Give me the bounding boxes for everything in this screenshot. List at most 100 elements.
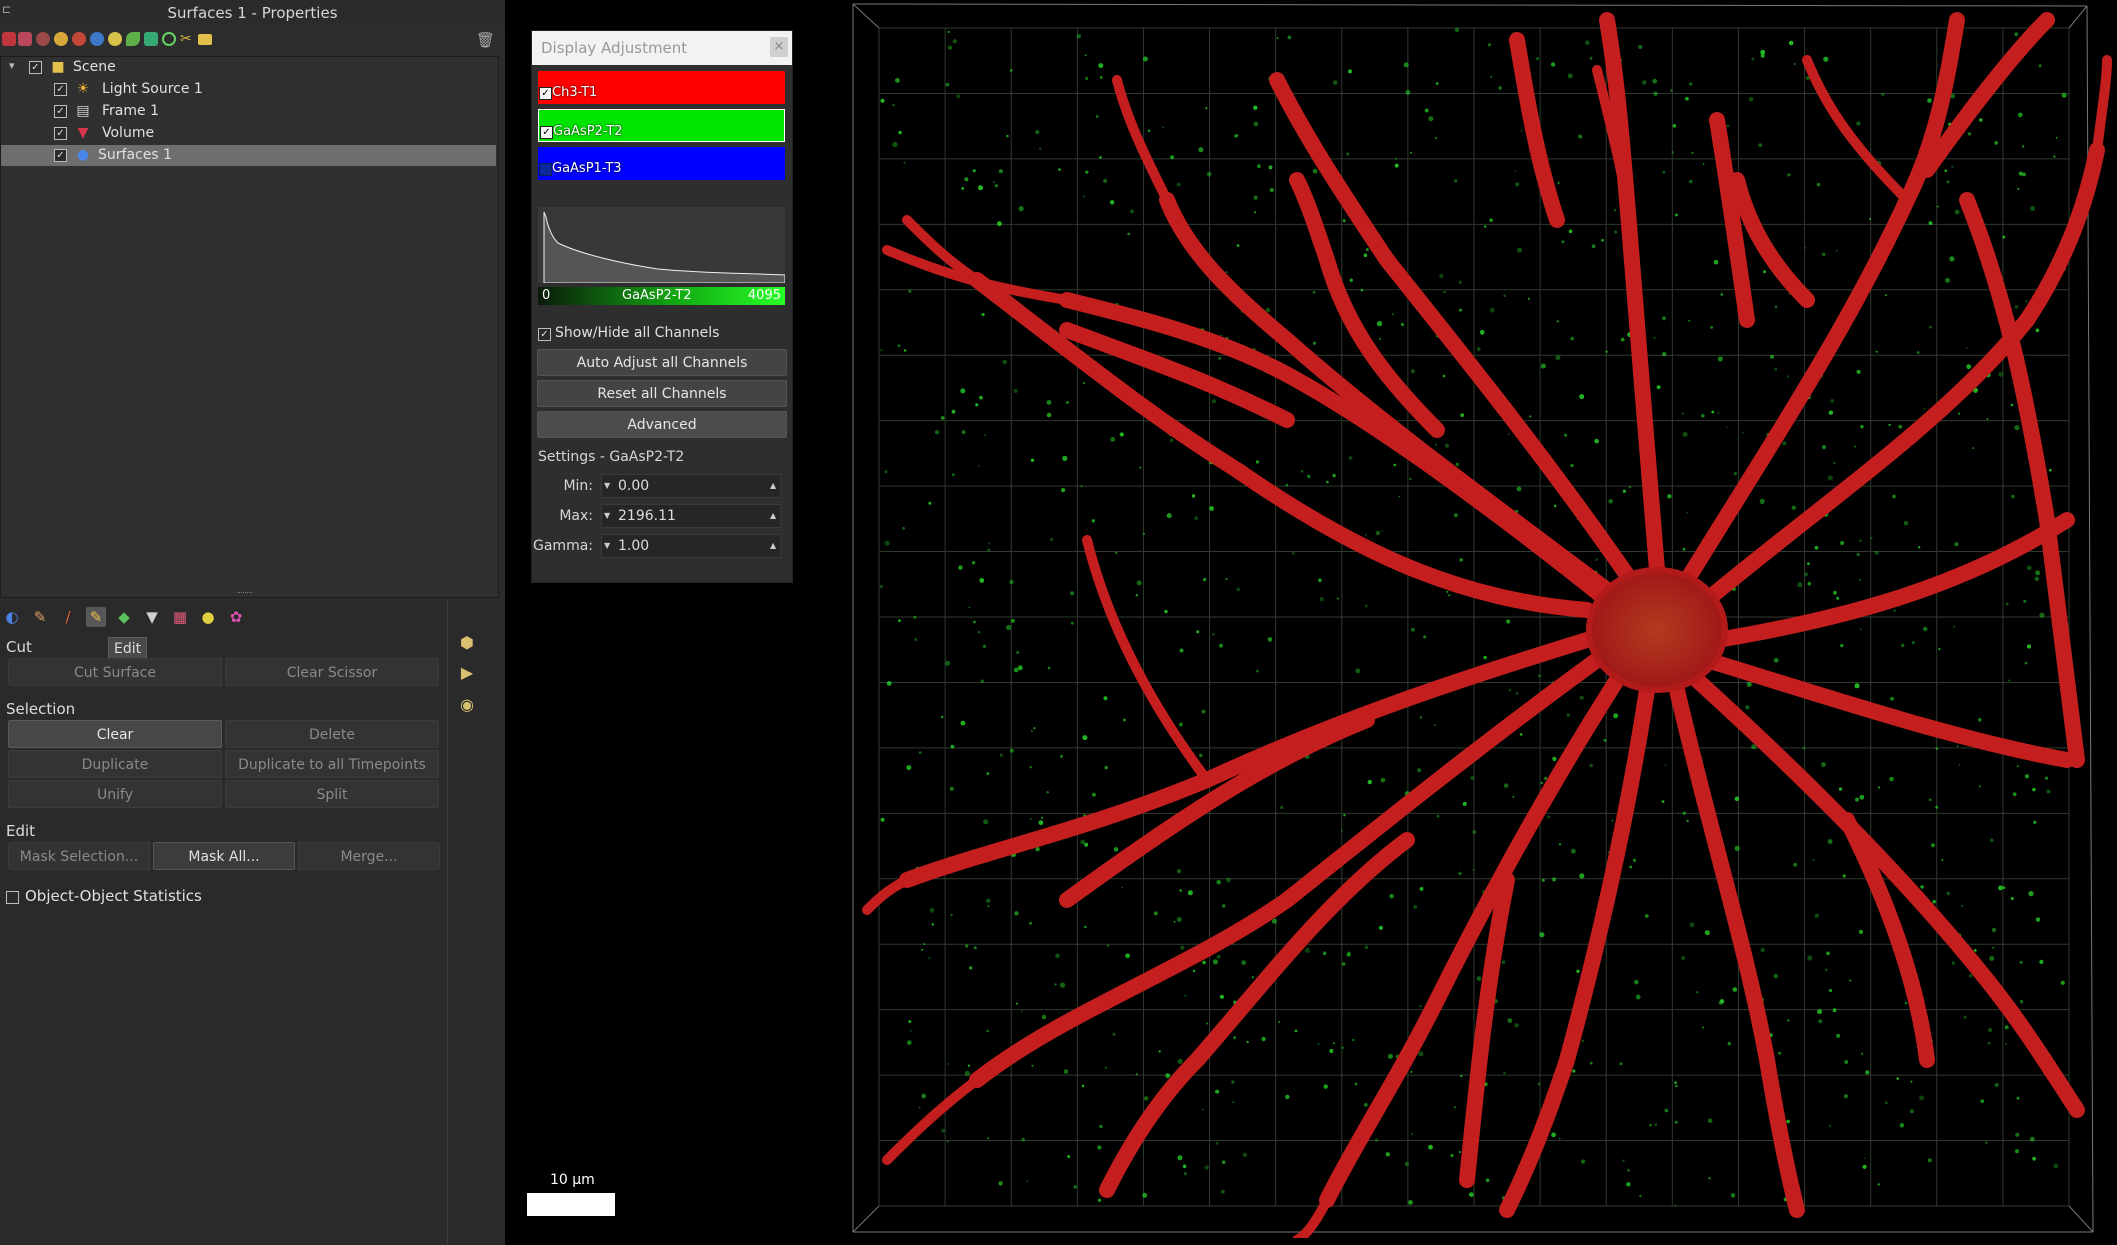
chevron-up-icon[interactable]: ▲ xyxy=(770,541,776,550)
split-button[interactable]: Split xyxy=(225,780,439,808)
fluorescent-spot xyxy=(1341,830,1343,832)
fluorescent-spot xyxy=(2005,602,2009,606)
fluorescent-spot xyxy=(1136,580,1142,586)
tree-checkbox[interactable]: ✓ xyxy=(54,105,67,118)
show-hide-label: Show/Hide all Channels xyxy=(555,325,720,341)
fluorescent-spot xyxy=(1029,818,1032,820)
object-stats-checkbox[interactable] xyxy=(6,891,19,904)
close-icon[interactable]: × xyxy=(770,37,788,57)
delete-button[interactable]: Delete xyxy=(225,720,439,748)
filter-icon[interactable]: ▼ xyxy=(142,607,162,627)
collapse-icon[interactable]: ▾ xyxy=(9,59,15,72)
fluorescent-spot xyxy=(1376,321,1383,327)
advanced-button[interactable]: Advanced xyxy=(537,411,787,438)
unify-button[interactable]: Unify xyxy=(8,780,222,808)
fluorescent-spot xyxy=(1553,504,1557,508)
channel-row-gaasp1[interactable]: GaAsP1-T3 xyxy=(538,147,785,180)
channel-row-ch3[interactable]: ✓ Ch3-T1 xyxy=(538,71,785,104)
gear-icon[interactable]: ✿ xyxy=(226,607,246,627)
statistics-icon[interactable]: ▦ xyxy=(170,607,190,627)
tree-item-volume[interactable]: ✓ ▼ Volume xyxy=(1,123,496,144)
fluorescent-spot xyxy=(1199,753,1203,758)
fluorescent-spot xyxy=(1704,930,1710,936)
reference-icon[interactable] xyxy=(162,32,176,46)
fluorescent-spot xyxy=(1472,830,1477,834)
fluorescent-spot xyxy=(2019,1000,2024,1004)
layers-icon[interactable]: ⬢ xyxy=(453,630,481,656)
clip-icon[interactable] xyxy=(36,32,50,46)
fluorescent-spot xyxy=(1285,1094,1290,1100)
tree-item-scene[interactable]: ▾ ✓ ■ Scene xyxy=(1,57,496,78)
leaf-icon[interactable] xyxy=(126,32,140,46)
cylinder-icon[interactable]: ◉ xyxy=(453,692,481,718)
channel-row-gaasp2[interactable]: ✓ GaAsP2-T2 xyxy=(538,109,785,142)
rotate-icon[interactable] xyxy=(18,32,32,46)
fluorescent-spot xyxy=(2008,679,2011,682)
creation-icon[interactable]: ◐ xyxy=(2,607,22,627)
histogram-channel-label: GaAsP2-T2 xyxy=(622,288,692,303)
clear-button[interactable]: Clear xyxy=(8,720,222,748)
scissors-icon[interactable]: ✂ xyxy=(180,32,194,46)
mask-all-button[interactable]: Mask All... xyxy=(153,842,295,870)
fluorescent-spot xyxy=(1786,375,1789,378)
histogram-range-bar[interactable]: 0 GaAsP2-T2 4095 xyxy=(538,287,785,305)
merge-button[interactable]: Merge... xyxy=(298,842,440,870)
tree-checkbox[interactable]: ✓ xyxy=(54,149,67,162)
fluorescent-spot xyxy=(2046,789,2051,794)
cut-surface-button[interactable]: Cut Surface xyxy=(8,658,222,686)
fluorescent-spot xyxy=(1098,63,1104,69)
camera-icon[interactable]: ▶ xyxy=(453,660,481,686)
cells-icon[interactable] xyxy=(72,32,86,46)
min-input[interactable]: 0.00 xyxy=(601,474,781,498)
display-adjustment-titlebar[interactable]: Display Adjustment × xyxy=(532,31,792,65)
chevron-down-icon[interactable]: ▼ xyxy=(604,481,610,490)
mask-selection-button[interactable]: Mask Selection... xyxy=(8,842,150,870)
spots-icon[interactable] xyxy=(54,32,68,46)
tree-item-surfaces[interactable]: ✓ ● Surfaces 1 xyxy=(1,145,496,166)
histogram[interactable] xyxy=(538,207,785,283)
panel-splitter[interactable] xyxy=(238,592,252,597)
edit-icon[interactable]: ✎ xyxy=(86,607,106,627)
fluorescent-spot xyxy=(1458,1150,1461,1154)
chevron-down-icon[interactable]: ▼ xyxy=(604,511,610,520)
chevron-up-icon[interactable]: ▲ xyxy=(770,481,776,490)
chevron-up-icon[interactable]: ▲ xyxy=(770,511,776,520)
settings-icon[interactable]: ✎ xyxy=(30,607,50,627)
tracking-icon[interactable]: ◆ xyxy=(114,607,134,627)
duplicate-all-timepoints-button[interactable]: Duplicate to all Timepoints xyxy=(225,750,439,778)
fluorescent-spot xyxy=(1271,918,1277,924)
tree-checkbox[interactable]: ✓ xyxy=(54,83,67,96)
fluorescent-spot xyxy=(1304,947,1310,954)
tree-checkbox[interactable]: ✓ xyxy=(29,61,42,74)
tree-checkbox[interactable]: ✓ xyxy=(54,127,67,140)
fluorescent-spot xyxy=(1681,412,1684,415)
pencil-icon[interactable]: / xyxy=(58,607,78,627)
reset-channels-button[interactable]: Reset all Channels xyxy=(537,380,787,407)
tree-item-frame[interactable]: ✓ ▤ Frame 1 xyxy=(1,101,496,122)
fluorescent-spot xyxy=(1322,951,1327,956)
filaments-icon[interactable] xyxy=(90,32,104,46)
duplicate-button[interactable]: Duplicate xyxy=(8,750,222,778)
folder-icon[interactable] xyxy=(198,34,212,45)
auto-adjust-button[interactable]: Auto Adjust all Channels xyxy=(537,349,787,376)
gamma-input[interactable]: 1.00 xyxy=(601,534,781,558)
trash-icon[interactable]: 🗑 xyxy=(476,31,495,49)
channel-checkbox[interactable] xyxy=(539,163,552,176)
fluorescent-spot xyxy=(1674,1120,1678,1124)
show-hide-checkbox[interactable]: ✓ xyxy=(538,328,551,341)
object-toolbar: ✂ 🗑 xyxy=(0,28,505,52)
chevron-down-icon[interactable]: ▼ xyxy=(604,541,610,550)
fluorescent-spot xyxy=(1166,513,1172,519)
color-icon[interactable] xyxy=(108,32,122,46)
fluorescent-spot xyxy=(1516,692,1519,695)
clear-scissor-button[interactable]: Clear Scissor xyxy=(225,658,439,686)
fluorescent-spot xyxy=(1654,1123,1658,1126)
channel-checkbox[interactable]: ✓ xyxy=(539,87,552,100)
fluorescent-spot xyxy=(960,720,966,726)
measure-icon[interactable] xyxy=(144,32,158,46)
tree-item-light-source[interactable]: ✓ ☀ Light Source 1 xyxy=(1,79,496,100)
color-wheel-icon[interactable]: ● xyxy=(198,607,218,627)
max-input[interactable]: 2196.11 xyxy=(601,504,781,528)
surfaces-icon[interactable] xyxy=(2,32,16,46)
channel-checkbox[interactable]: ✓ xyxy=(540,126,553,139)
